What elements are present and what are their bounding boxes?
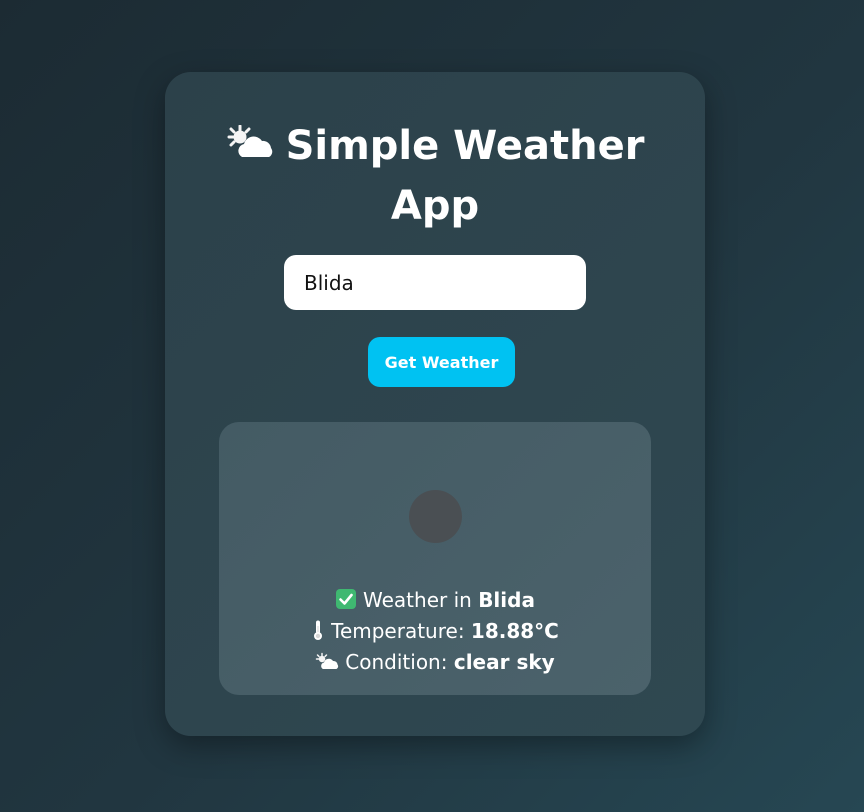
weather-result-text: Weather in Blida Temperature: 18.88°C Co… [219, 586, 651, 679]
weather-city-value: Blida [478, 588, 535, 612]
page-title: Simple Weather App [165, 116, 705, 236]
condition-value: clear sky [453, 650, 555, 674]
title-text-line1: Simple Weather [285, 123, 645, 169]
get-weather-button[interactable]: Get Weather [368, 337, 515, 387]
temperature-label: Temperature: [331, 619, 465, 643]
thermometer-icon [311, 619, 325, 648]
check-mark-icon [335, 588, 357, 617]
sun-behind-cloud-icon [226, 118, 274, 157]
loading-indicator [409, 490, 462, 543]
weather-card: Simple Weather App Get Weather Weather i… [165, 72, 705, 736]
weather-location-line: Weather in Blida [219, 586, 651, 617]
city-search-input[interactable] [284, 255, 586, 310]
temperature-line: Temperature: 18.88°C [219, 617, 651, 648]
title-text-line2: App [390, 183, 480, 229]
condition-line: Condition: clear sky [219, 648, 651, 679]
weather-location-label: Weather in [363, 588, 472, 612]
condition-label: Condition: [345, 650, 448, 674]
weather-result-panel: Weather in Blida Temperature: 18.88°C Co… [219, 422, 651, 695]
sun-behind-cloud-icon [315, 651, 339, 679]
temperature-value: 18.88°C [470, 619, 559, 643]
